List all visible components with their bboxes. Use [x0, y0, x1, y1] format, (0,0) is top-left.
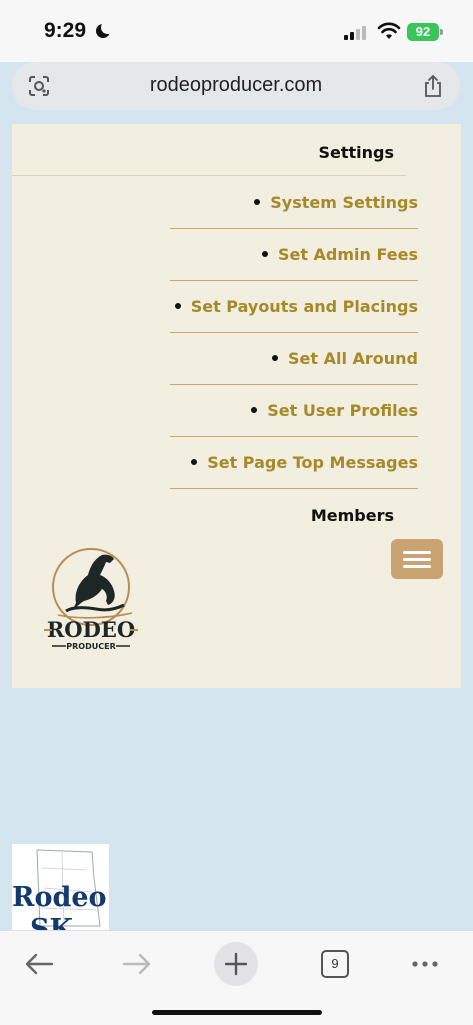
logo-text-rodeo: RODEO: [47, 617, 135, 642]
menu-item-label: Set Page Top Messages: [207, 453, 418, 472]
moon-icon: [96, 21, 114, 38]
back-icon[interactable]: [16, 941, 62, 987]
menu-item-label: Set Payouts and Placings: [190, 297, 418, 316]
menu-item-set-user-profiles[interactable]: Set User Profiles: [170, 384, 418, 437]
menu-item-system-settings[interactable]: System Settings: [170, 176, 418, 229]
members-heading[interactable]: Members: [311, 506, 394, 525]
bullet-icon: [271, 354, 278, 361]
forward-icon[interactable]: [114, 941, 160, 987]
home-indicator: [152, 1010, 322, 1015]
new-tab-icon[interactable]: [213, 941, 259, 987]
tabs-icon: 9: [321, 950, 349, 978]
menu-item-label: Set All Around: [287, 349, 418, 368]
tabs-button[interactable]: 9: [312, 941, 358, 987]
menu-item-label: Set User Profiles: [267, 401, 418, 420]
menu-item-set-admin-fees[interactable]: Set Admin Fees: [170, 228, 418, 281]
share-icon[interactable]: [422, 74, 444, 98]
settings-heading[interactable]: Settings: [318, 143, 394, 162]
more-icon[interactable]: [402, 941, 448, 987]
hamburger-menu-button[interactable]: [391, 539, 443, 579]
bullet-icon: [191, 458, 198, 465]
cellular-signal-icon: [344, 24, 370, 40]
menu-item-set-all-around[interactable]: Set All Around: [170, 332, 418, 385]
rodeo-producer-logo[interactable]: RODEO PRODUCER: [36, 545, 146, 657]
bullet-icon: [251, 406, 258, 413]
url-text[interactable]: rodeoproducer.com: [12, 74, 460, 97]
logo-text-producer: PRODUCER: [66, 642, 115, 651]
battery-icon: 92: [407, 23, 443, 41]
thumbnail-text: Rodeo: [12, 882, 107, 913]
menu-item-set-page-top-messages[interactable]: Set Page Top Messages: [170, 436, 418, 489]
wifi-icon: [377, 22, 401, 39]
status-time: 9:29: [44, 19, 87, 42]
menu-item-set-payouts-and-placings[interactable]: Set Payouts and Placings: [170, 280, 418, 333]
rodeo-sk-thumbnail[interactable]: Rodeo SK: [12, 844, 109, 930]
bullet-icon: [261, 250, 268, 257]
menu-item-label: Set Admin Fees: [277, 245, 418, 264]
bullet-icon: [254, 198, 261, 205]
status-bar: 9:29 92: [0, 0, 473, 62]
thumbnail-text-line2: SK: [30, 914, 73, 930]
address-bar[interactable]: rodeoproducer.com: [12, 62, 460, 110]
bullet-icon: [174, 302, 181, 309]
menu-item-label: System Settings: [270, 193, 418, 212]
